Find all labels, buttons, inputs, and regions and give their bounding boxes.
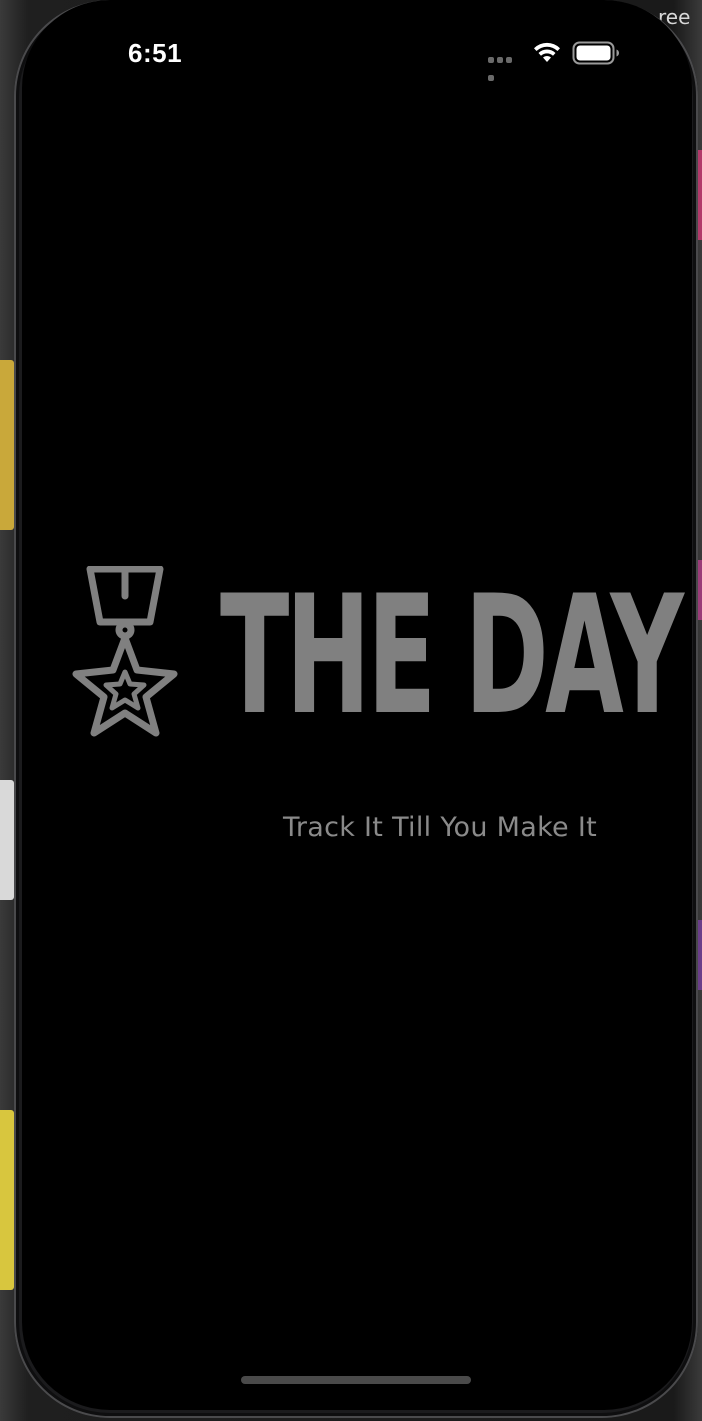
medal-star-icon <box>72 566 178 737</box>
battery-icon <box>572 41 619 65</box>
wifi-icon <box>534 42 560 62</box>
cellular-signal-icon <box>488 57 522 81</box>
app-title: THE DAY <box>220 560 684 751</box>
status-bar: 6:51 <box>22 0 692 110</box>
background-window-edge-left <box>0 360 14 530</box>
app-tagline: Track It Till You Make It <box>283 812 597 843</box>
status-time: 6:51 <box>128 38 183 68</box>
background-window-edge-left <box>0 780 14 900</box>
home-indicator[interactable] <box>241 1376 471 1384</box>
phone-screen: 6:51 THE DAY Track It Till You Make It <box>22 0 692 1410</box>
app-logo: THE DAY <box>22 560 692 740</box>
background-window-edge-left <box>0 1110 14 1290</box>
